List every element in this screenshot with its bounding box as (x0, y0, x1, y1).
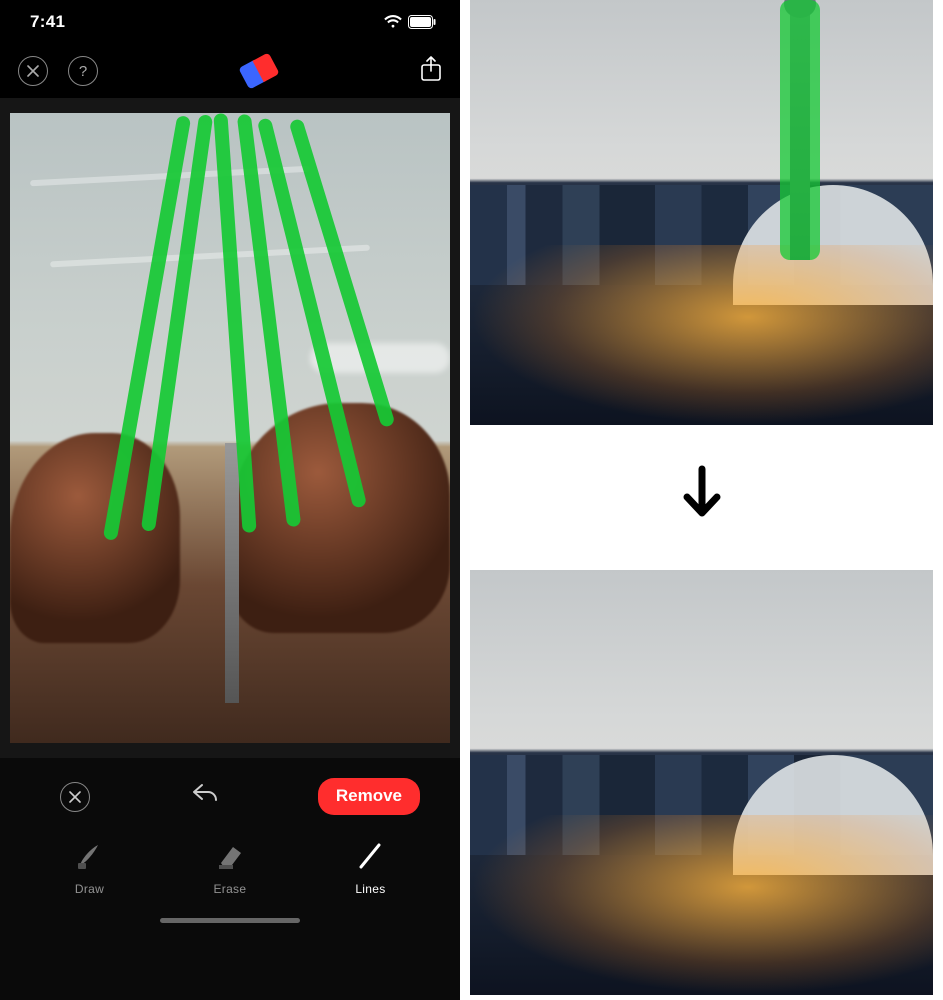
tool-draw[interactable]: Draw (74, 841, 104, 896)
battery-icon (408, 15, 436, 29)
arrow-down-icon (679, 465, 725, 530)
eraser-tool-icon[interactable] (238, 52, 279, 89)
top-toolbar: ? (0, 44, 460, 98)
help-icon: ? (79, 63, 87, 80)
tool-label: Draw (75, 882, 104, 896)
comparison-before-image (470, 0, 933, 425)
comparison-panel (460, 0, 943, 1000)
brush-icon (74, 841, 104, 874)
close-button[interactable] (18, 56, 48, 86)
tool-label: Erase (213, 882, 246, 896)
bottom-toolbar: Remove Draw Erase Lines (0, 758, 460, 1000)
status-time: 7:41 (30, 12, 65, 32)
line-icon (355, 841, 385, 874)
tool-tabs: Draw Erase Lines (0, 831, 460, 896)
comparison-after-image (470, 570, 933, 995)
status-bar: 7:41 (0, 0, 460, 44)
help-button[interactable]: ? (68, 56, 98, 86)
clear-button[interactable] (60, 782, 90, 812)
tool-label: Lines (355, 882, 385, 896)
share-button[interactable] (420, 56, 442, 87)
wifi-icon (384, 15, 402, 29)
home-indicator (160, 918, 300, 923)
editor-canvas-area (0, 98, 460, 758)
status-indicators (384, 15, 436, 29)
power-tower (225, 443, 239, 703)
editor-canvas[interactable] (10, 113, 450, 743)
undo-button[interactable] (190, 783, 218, 810)
tool-erase[interactable]: Erase (213, 841, 246, 896)
phone-screenshot: 7:41 ? (0, 0, 460, 1000)
eraser-icon (215, 841, 245, 874)
remove-button[interactable]: Remove (318, 778, 420, 815)
selection-stroke (780, 0, 820, 260)
tool-lines[interactable]: Lines (355, 841, 385, 896)
